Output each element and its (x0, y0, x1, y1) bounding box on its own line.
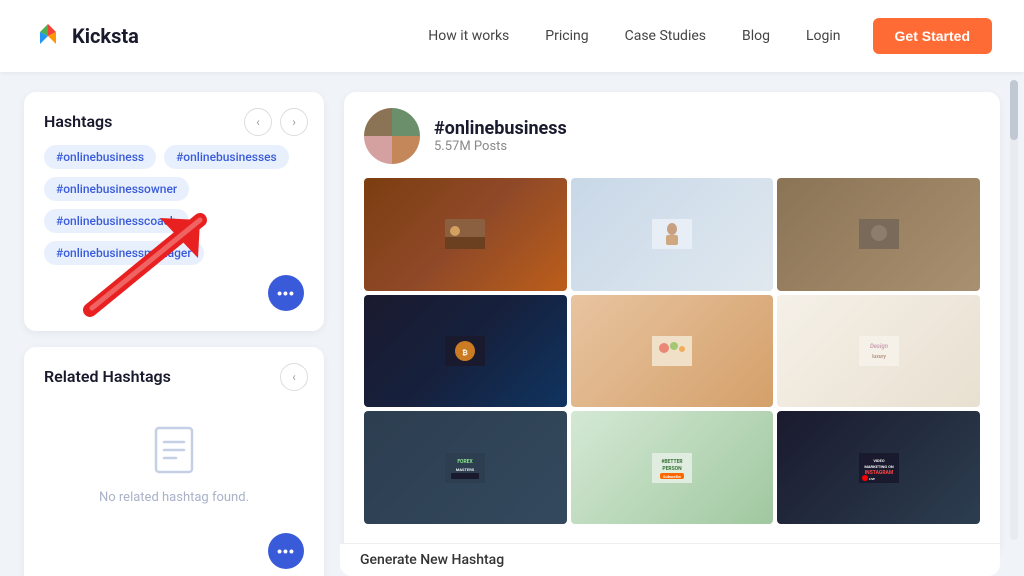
hashtag-detail-card: #onlinebusiness 5.57M Posts (344, 92, 1000, 556)
hashtag-tag-1[interactable]: #onlinebusinesses (164, 145, 289, 169)
avatar-cell-3 (364, 136, 392, 164)
nav-blog[interactable]: Blog (742, 28, 770, 44)
grid-image-2[interactable] (571, 178, 774, 291)
grid-image-4[interactable]: ₿ (364, 295, 567, 408)
grid-image-1[interactable] (364, 178, 567, 291)
hashtag-tag-0[interactable]: #onlinebusiness (44, 145, 156, 169)
related-hashtags-card: ‹ Related Hashtags No related hashtag fo… (24, 347, 324, 576)
hashtag-tag-4[interactable]: #onlinebusinessmanager (44, 241, 204, 265)
scrollbar-track (1010, 80, 1018, 540)
hashtag-name: #onlinebusiness (434, 118, 567, 139)
right-panel: #onlinebusiness 5.57M Posts (344, 92, 1000, 556)
nav-login[interactable]: Login (806, 28, 841, 44)
hashtag-info: #onlinebusiness 5.57M Posts (434, 118, 567, 154)
prev-related-btn[interactable]: ‹ (280, 363, 308, 391)
svg-text:Design: Design (870, 343, 888, 350)
nav-case-studies[interactable]: Case Studies (625, 28, 706, 44)
grid-image-8[interactable]: #BETTERPERSON Subscribe (571, 411, 774, 524)
empty-document-icon (144, 420, 204, 480)
svg-text:luxury: luxury (872, 354, 886, 360)
generate-hashtag-label: Generate New Hashtag (360, 552, 504, 568)
svg-text:₿: ₿ (462, 349, 468, 357)
svg-text:MARKETING ON: MARKETING ON (864, 464, 893, 469)
navbar: Kicksta How it works Pricing Case Studie… (0, 0, 1024, 72)
grid-image-6[interactable]: Design luxury (777, 295, 980, 408)
hashtag-header: #onlinebusiness 5.57M Posts (364, 108, 980, 164)
hashtags-list: #onlinebusiness #onlinebusinesses #onlin… (44, 145, 304, 265)
prev-hashtags-btn[interactable]: ‹ (244, 108, 272, 136)
scrollbar-thumb[interactable] (1010, 80, 1018, 140)
grid-image-3[interactable] (777, 178, 980, 291)
avatar-cell-1 (364, 108, 392, 136)
svg-text:INSTAGRAM: INSTAGRAM (864, 470, 893, 476)
grid-image-9[interactable]: VIDEOMARKETING ONINSTAGRAMLIVE (777, 411, 980, 524)
get-started-button[interactable]: Get Started (873, 18, 992, 54)
left-panel: ‹ › Hashtags #onlinebusiness #onlinebusi… (24, 92, 324, 556)
nav-pricing[interactable]: Pricing (545, 28, 588, 44)
hashtags-card: ‹ › Hashtags #onlinebusiness #onlinebusi… (24, 92, 324, 331)
related-more-btn[interactable]: ••• (268, 533, 304, 569)
related-hashtags-title: Related Hashtags (44, 367, 304, 386)
empty-state: No related hashtag found. (44, 400, 304, 525)
generate-hashtag-bar[interactable]: Generate New Hashtag (340, 543, 1000, 576)
main-content: ‹ › Hashtags #onlinebusiness #onlinebusi… (0, 72, 1024, 576)
nav-how-it-works[interactable]: How it works (428, 28, 509, 44)
avatar-cell-4 (392, 136, 420, 164)
hashtag-tag-2[interactable]: #onlinebusinessowner (44, 177, 189, 201)
empty-message: No related hashtag found. (99, 490, 249, 505)
hashtag-avatar (364, 108, 420, 164)
logo-text: Kicksta (72, 24, 139, 48)
hashtags-more-btn[interactable]: ••• (268, 275, 304, 311)
logo-area[interactable]: Kicksta (32, 20, 139, 52)
svg-text:LIVE: LIVE (869, 477, 875, 481)
svg-text:VIDEO: VIDEO (873, 458, 885, 463)
hashtag-posts: 5.57M Posts (434, 139, 567, 154)
grid-image-7[interactable]: FOREX MASTERS (364, 411, 567, 524)
svg-text:PERSON: PERSON (662, 466, 682, 472)
hashtag-image-grid: ₿ Design luxury FOREX MASTERS (364, 178, 980, 524)
kicksta-logo-icon (32, 20, 64, 52)
avatar-cell-2 (392, 108, 420, 136)
grid-image-5[interactable] (571, 295, 774, 408)
nav-links: How it works Pricing Case Studies Blog L… (428, 28, 840, 44)
next-hashtags-btn[interactable]: › (280, 108, 308, 136)
svg-text:#BETTER: #BETTER (661, 459, 683, 465)
svg-text:MASTERS: MASTERS (456, 467, 475, 472)
svg-text:FOREX: FOREX (458, 459, 474, 465)
svg-text:Subscribe: Subscribe (663, 474, 682, 479)
hashtag-tag-3[interactable]: #onlinebusinesscoach (44, 209, 189, 233)
